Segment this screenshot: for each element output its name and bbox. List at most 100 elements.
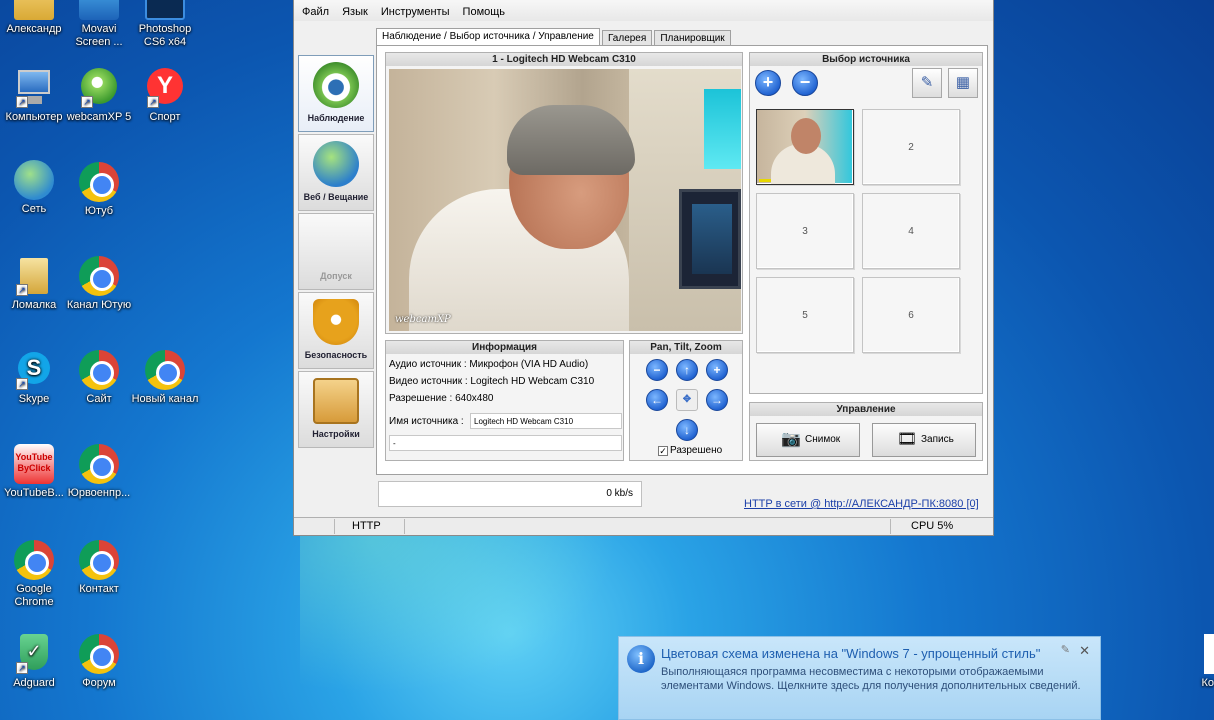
desktop-icon-label: Ломалка [11,299,57,311]
desktop-icon-label: YouTubeB... [4,487,64,499]
pin-icon[interactable]: ✎ [1061,643,1070,656]
source-slot-4[interactable]: 4 [862,193,960,269]
status-http: HTTP [352,520,381,532]
desktop-icon-adguard[interactable]: ✓ ↗ Adguard [0,634,68,690]
desktop-icon-label: Канал Ютую [66,299,132,311]
ptz-box: Pan, Tilt, Zoom − ↑ + ← ✥ → ↓ ✓ Разрешено [629,340,743,461]
webcam-video-feed[interactable]: webcamXP [389,69,741,331]
desktop-icon-photoshop[interactable]: Photoshop CS6 x64 [131,0,199,49]
center-icon[interactable]: ✥ [676,389,698,411]
desktop-icon-movavi[interactable]: Movavi Screen ... [65,0,133,49]
nav-settings[interactable]: Настройки [298,371,374,448]
nav-security[interactable]: Безопасность [298,292,374,369]
tab-strip: Наблюдение / Выбор источника / Управлени… [376,28,731,47]
source-slot-6[interactable]: 6 [862,277,960,353]
shortcut-arrow-icon: ↗ [16,96,28,108]
adguard-shield-icon: ✓ ↗ [14,634,54,674]
chrome-icon [145,350,185,390]
shortcut-arrow-icon: ↗ [16,284,28,296]
color-scheme-notification[interactable]: i Цветовая схема изменена на "Windows 7 … [618,636,1101,720]
desktop-icon-ko[interactable]: Ко [1180,634,1214,690]
desktop-icon-label: Сайт [86,393,112,405]
skype-icon: S ↗ [14,350,54,390]
record-button[interactable]: 🎞 Запись [872,423,976,457]
snapshot-label: Снимок [805,434,841,445]
source-slot-5[interactable]: 5 [756,277,854,353]
http-server-link[interactable]: HTTP в сети @ http://АЛЕКСАНДР-ПК:8080 [… [744,498,979,510]
arrow-right-icon[interactable]: → [706,389,728,411]
webcamxp-window: Файл Язык Инструменты Помощь Наблюдение … [293,0,994,536]
menu-help[interactable]: Помощь [463,6,506,18]
menu-language[interactable]: Язык [342,6,368,18]
arrow-down-icon[interactable]: ↓ [676,419,698,441]
user-folder-icon [14,0,54,20]
source-properties-icon[interactable]: ✎ [912,68,942,98]
webcamxp-icon: ↗ [79,68,119,108]
video-title: 1 - Logitech HD Webcam C310 [386,53,742,66]
control-box: Управление 📷 Снимок 🎞 Запись [749,402,983,461]
yandex-browser-icon: Y ↗ [145,68,185,108]
arrow-left-icon[interactable]: ← [646,389,668,411]
shortcut-arrow-icon: ↗ [81,96,93,108]
source-slot-1[interactable] [756,109,854,185]
chrome-icon [79,350,119,390]
zoom-in-icon[interactable]: + [706,359,728,381]
desktop-icon-youtubebyclick[interactable]: YouTube ByClick YouTubeB... [0,444,68,500]
desktop-icon-yurvoenpr[interactable]: Юрвоенпр... [65,444,133,500]
desktop-icon-contact[interactable]: Контакт [65,540,133,596]
desktop-icon-forum[interactable]: Форум [65,634,133,690]
grid-layout-icon[interactable]: ▦ [948,68,978,98]
source-slot-2[interactable]: 2 [862,109,960,185]
arrow-up-icon[interactable]: ↑ [676,359,698,381]
notification-body: Выполняющаяся программа несовместима с н… [661,666,1081,692]
source-slot-3[interactable]: 3 [756,193,854,269]
desktop-icon-skype[interactable]: S ↗ Skype [0,350,68,406]
desktop-icon-lomalka[interactable]: ↗ Ломалка [0,256,68,312]
add-source-icon[interactable]: + [755,70,781,96]
zoom-out-icon[interactable]: − [646,359,668,381]
desktop-icon-new-channel[interactable]: Новый канал [131,350,199,406]
desktop-icon-site[interactable]: Сайт [65,350,133,406]
computer-icon: ↗ [14,68,54,108]
settings-clipboard-icon [313,378,359,424]
close-icon[interactable]: ✕ [1079,643,1090,659]
remove-source-icon[interactable]: − [792,70,818,96]
desktop-icon-webcamxp[interactable]: ↗ webcamXP 5 [65,68,133,124]
chrome-icon [79,444,119,484]
youtube-byclick-logo-text: YouTube ByClick [14,444,54,484]
desktop-icon-alexander[interactable]: Александр [0,0,68,36]
menu-bar: Файл Язык Инструменты Помощь [294,0,993,21]
nav-monitoring[interactable]: Наблюдение [298,55,374,132]
status-cpu: CPU 5% [911,520,954,532]
nav-label: Допуск [320,271,352,281]
nav-web-broadcast[interactable]: Веб / Вещание [298,134,374,211]
desktop-icon-youtube-chrome[interactable]: Ютуб [65,162,133,218]
desktop-icon-sport[interactable]: Y ↗ Спорт [131,68,199,124]
source-extra-input[interactable]: - [389,435,622,451]
snapshot-button[interactable]: 📷 Снимок [756,423,860,457]
desktop-icon-channel[interactable]: Канал Ютую [65,256,133,312]
info-title: Информация [386,341,623,354]
camera-snapshot-icon: 📷 [781,431,801,448]
desktop-icon-label: Спорт [149,111,181,123]
youtube-byclick-icon: YouTube ByClick [14,444,54,484]
menu-file[interactable]: Файл [302,6,329,18]
desktop-icon-label: Компьютер [5,111,63,123]
ptz-allowed-checkbox[interactable]: ✓ Разрешено [658,445,722,456]
desktop-icon-network[interactable]: Сеть [0,160,68,216]
movavi-icon [79,0,119,20]
chrome-icon [14,540,54,580]
source-name-input[interactable]: Logitech HD Webcam C310 [470,413,622,429]
notification-title: Цветовая схема изменена на "Windows 7 - … [661,646,1041,661]
desktop-icon-computer[interactable]: ↗ Компьютер [0,68,68,124]
ptz-allowed-label: Разрешено [670,445,723,456]
menu-tools[interactable]: Инструменты [381,6,450,18]
desktop-icon-label: Ко [1201,677,1214,689]
desktop-icon-google-chrome[interactable]: Google Chrome [0,540,68,609]
control-title: Управление [750,403,982,416]
desktop-icon-label: Adguard [13,677,55,689]
video-tv [679,189,741,289]
nav-access[interactable]: Допуск [298,213,374,290]
document-icon [1204,634,1214,674]
eye-monitor-icon [313,62,359,108]
